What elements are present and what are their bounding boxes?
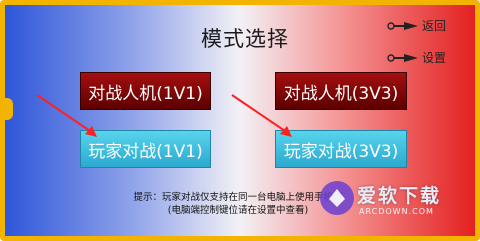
frame-side-tab (5, 98, 13, 120)
settings-button[interactable]: 设置 (387, 49, 446, 66)
red-arrow-icon (36, 94, 97, 137)
watermark-brand: 爱软下载 (357, 185, 442, 207)
back-label: 返回 (422, 19, 447, 33)
red-arrow-icon (231, 94, 292, 137)
mode-select-screen: 模式选择 返回 设置 对战人机(1V1) 对战人机(3V3) 玩家对战(1V1)… (0, 0, 480, 241)
settings-label: 设置 (422, 51, 447, 65)
kunai-icon (387, 21, 418, 30)
kunai-icon (387, 53, 418, 62)
back-button[interactable]: 返回 (387, 17, 446, 34)
watermark-logo (320, 181, 354, 215)
watermark-domain: ARCDOWN.COM (359, 207, 434, 216)
